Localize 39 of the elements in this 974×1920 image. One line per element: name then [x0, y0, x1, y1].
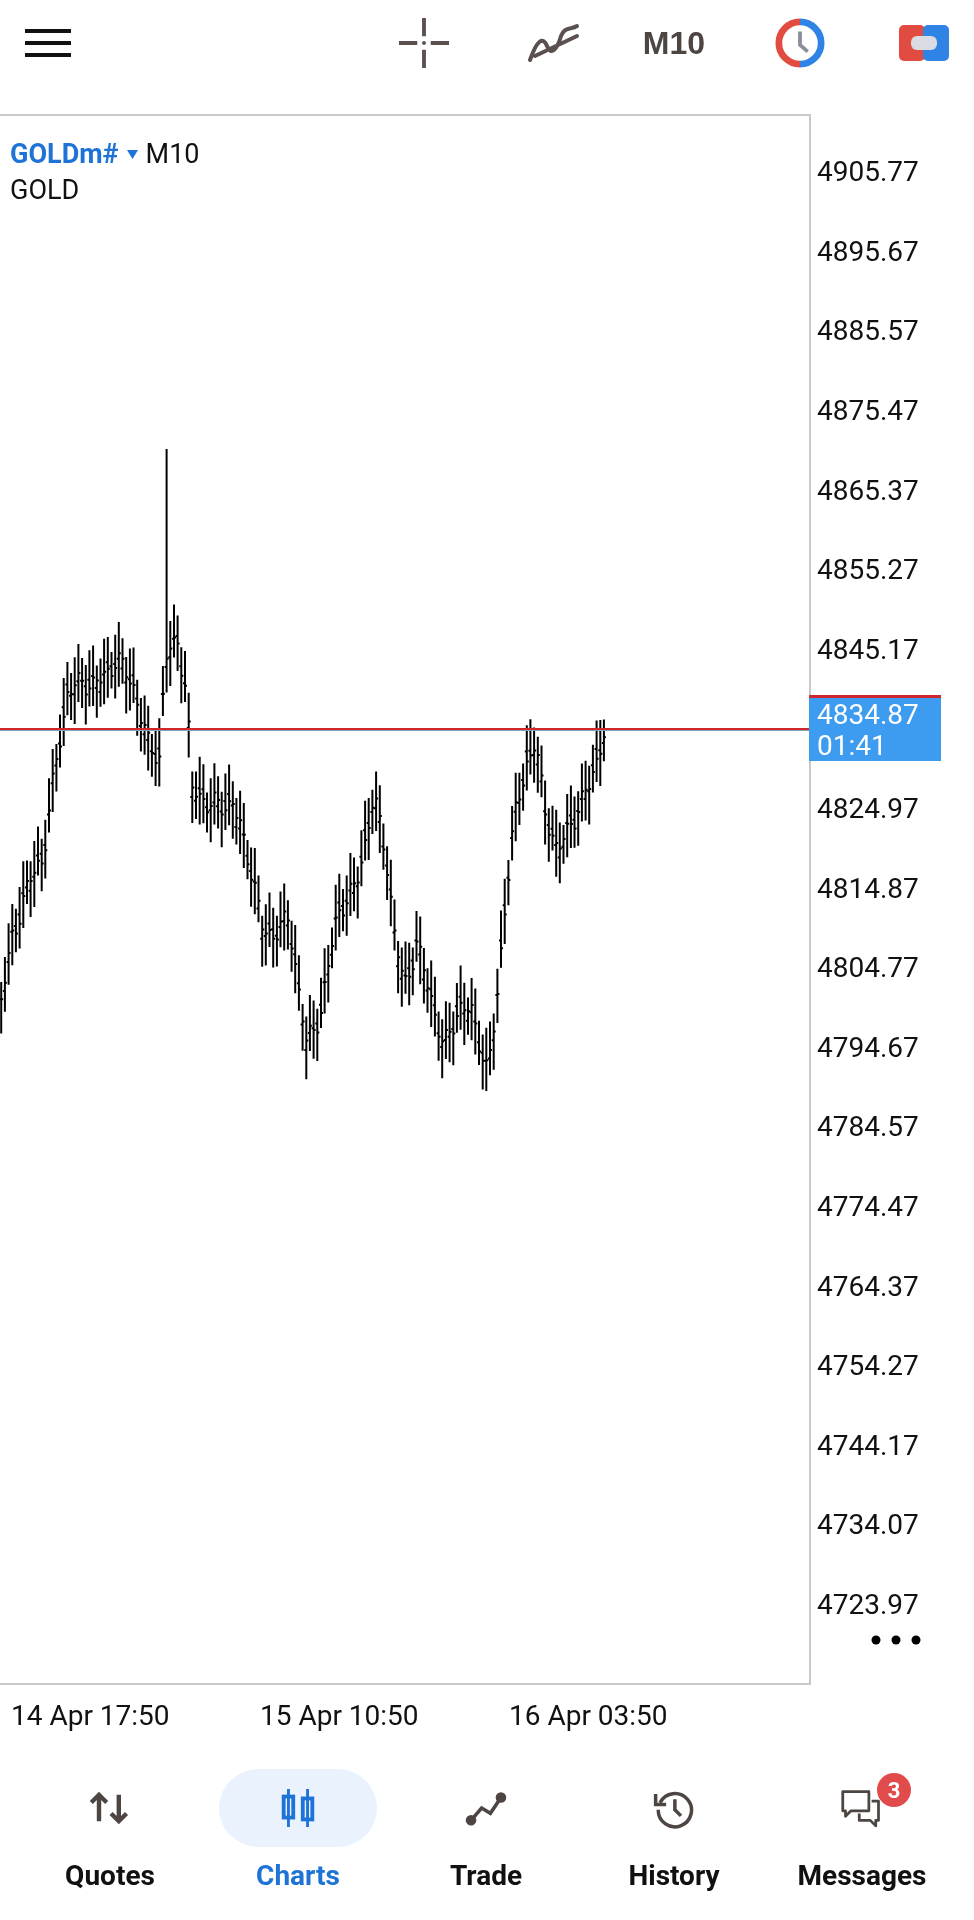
menu-icon[interactable] [25, 28, 71, 58]
dropdown-caret-icon[interactable] [126, 149, 138, 159]
clock-icon[interactable] [775, 18, 825, 68]
toggle-icon[interactable] [899, 25, 949, 61]
price-level-label: 4734.07 [817, 1508, 919, 1542]
nav-tab[interactable]: Quotes [16, 1769, 204, 1892]
nav-tab[interactable]: Trade [392, 1769, 580, 1892]
symbol-description: GOLD [10, 174, 81, 206]
current-price: 4834.87 [817, 698, 920, 730]
price-level-label: 4784.57 [817, 1110, 919, 1144]
price-level-label: 4895.67 [817, 234, 919, 268]
price-level-label: 4804.77 [817, 951, 919, 985]
price-level-label: 4754.27 [817, 1349, 919, 1383]
nav-tab[interactable]: History [580, 1769, 768, 1892]
timeframe-button[interactable]: M10 [642, 24, 705, 62]
price-level-label: 4865.37 [817, 473, 919, 507]
chart-timeframe: M10 [145, 138, 200, 170]
price-level-label: 4905.77 [817, 155, 919, 189]
price-level-label: 4764.37 [817, 1269, 919, 1303]
indicator-curve-icon[interactable] [526, 22, 581, 64]
price-level-label: 4794.67 [817, 1030, 919, 1064]
crosshair-icon[interactable] [398, 18, 449, 68]
unread-badge: 3 [877, 1773, 911, 1807]
price-level-label: 4774.47 [817, 1190, 919, 1223]
time-axis-label: 16 Apr 03:50 [508, 1698, 669, 1732]
bar-countdown: 01:41 [817, 729, 888, 761]
more-icon[interactable] [871, 1635, 921, 1645]
time-axis-label: 14 Apr 17:50 [10, 1698, 171, 1732]
price-level-label: 4885.57 [817, 314, 919, 348]
price-level-label: 4723.97 [817, 1588, 919, 1621]
price-level-label: 4814.87 [817, 871, 919, 905]
time-axis-label: 15 Apr 10:50 [259, 1698, 420, 1732]
symbol-selector[interactable]: GOLDm# [10, 138, 119, 170]
price-level-label: 4855.27 [817, 553, 919, 587]
nav-tab[interactable]: 3 Messages [768, 1769, 956, 1892]
price-level-label: 4875.47 [817, 394, 919, 428]
price-level-label: 4744.17 [817, 1428, 919, 1462]
price-level-label: 4824.97 [817, 792, 919, 826]
price-level-label: 4845.17 [817, 632, 919, 666]
